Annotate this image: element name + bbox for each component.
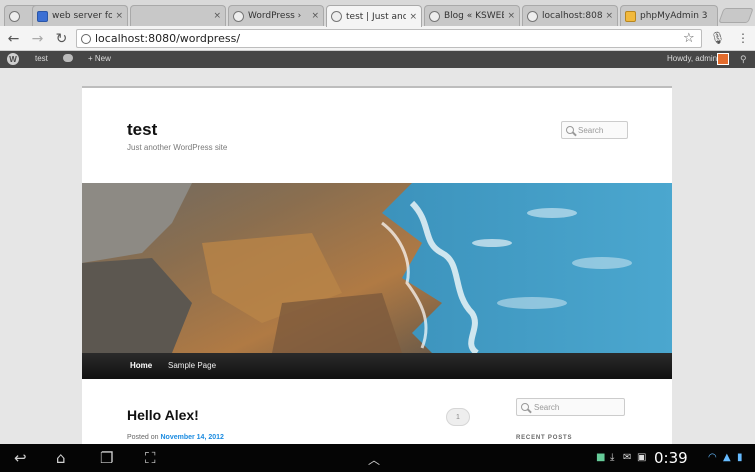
main-navigation: Home Sample Page bbox=[82, 353, 672, 379]
microphone-icon[interactable]: 🎙 bbox=[710, 31, 725, 45]
signal-icon: ▲ bbox=[723, 452, 731, 463]
url-text: localhost:8080/wordpress/ bbox=[95, 32, 241, 45]
wp-admin-bar: W test + New Howdy, admin ⚲ bbox=[0, 51, 755, 68]
globe-icon bbox=[9, 10, 20, 22]
search-placeholder: Search bbox=[578, 125, 604, 135]
post-title[interactable]: Hello Alex! bbox=[127, 407, 199, 423]
tab-strip: × web server for × × WordPress › × test … bbox=[0, 0, 755, 27]
close-icon[interactable]: × bbox=[605, 11, 613, 21]
tab-title: phpMyAdmin 3 bbox=[640, 11, 708, 21]
reload-icon[interactable]: ↻ bbox=[53, 30, 70, 47]
search-icon bbox=[566, 126, 574, 134]
gmail-icon[interactable]: ✉ bbox=[623, 452, 631, 463]
close-icon[interactable]: × bbox=[409, 12, 417, 22]
globe-icon bbox=[81, 34, 91, 44]
tab-title: Blog « KSWEB bbox=[444, 11, 505, 21]
screenshot-icon[interactable]: ⛶ bbox=[145, 449, 156, 467]
coastline-image bbox=[82, 183, 672, 353]
avatar[interactable] bbox=[717, 53, 729, 65]
header-image bbox=[82, 183, 672, 353]
google-icon bbox=[37, 10, 48, 22]
search-icon[interactable]: ⚲ bbox=[740, 54, 747, 65]
admin-new-link[interactable]: + New bbox=[88, 54, 111, 63]
comment-count-bubble[interactable]: 1 bbox=[446, 408, 470, 426]
close-icon[interactable]: × bbox=[213, 11, 221, 21]
post-meta: Posted on November 14, 2012 bbox=[127, 434, 224, 441]
android-system-bar: ↩ ⌂ ❐ ⛶ ︿ ■ ⤓ ✉ ▣ 0:39 ◠ ▲ ▮ bbox=[0, 444, 755, 472]
back-icon[interactable]: ← bbox=[5, 30, 22, 47]
browser-toolbar: ← → ↻ localhost:8080/wordpress/ ☆ 🎙 ⋮ bbox=[0, 26, 755, 51]
download-icon[interactable]: ⤓ bbox=[610, 452, 614, 463]
tab-1[interactable]: web server for × bbox=[32, 5, 128, 26]
search-icon bbox=[521, 403, 529, 411]
menu-icon[interactable]: ⋮ bbox=[737, 31, 749, 45]
address-bar[interactable]: localhost:8080/wordpress/ bbox=[76, 29, 702, 48]
tab-title: web server for bbox=[52, 11, 113, 21]
close-icon[interactable]: × bbox=[115, 11, 123, 21]
tab-6[interactable]: localhost:8080 × bbox=[522, 5, 618, 26]
star-icon[interactable]: ☆ bbox=[683, 31, 695, 46]
back-nav-icon[interactable]: ↩ bbox=[14, 449, 27, 467]
howdy-admin-link[interactable]: Howdy, admin bbox=[667, 54, 717, 63]
tab-title: test | Just anoth bbox=[346, 11, 406, 22]
system-clock: 0:39 bbox=[654, 449, 688, 467]
wordpress-logo-icon[interactable]: W bbox=[7, 53, 19, 65]
tab-3[interactable]: WordPress › × bbox=[228, 5, 324, 26]
image-icon[interactable]: ▣ bbox=[637, 452, 646, 463]
site-description: Just another WordPress site bbox=[127, 143, 228, 152]
globe-icon bbox=[429, 10, 440, 22]
tab-2[interactable]: × bbox=[130, 5, 226, 26]
phpmyadmin-icon bbox=[625, 10, 636, 22]
post-date-link[interactable]: November 14, 2012 bbox=[160, 434, 223, 441]
nav-home[interactable]: Home bbox=[130, 361, 152, 370]
sidebar-search-input[interactable]: Search bbox=[516, 398, 625, 416]
site-title[interactable]: test bbox=[127, 120, 157, 140]
tab-7[interactable]: phpMyAdmin 3 bbox=[620, 5, 718, 26]
recent-posts-heading: RECENT POSTS bbox=[516, 435, 573, 441]
comment-icon[interactable] bbox=[63, 54, 73, 62]
wordpress-page: test Just another WordPress site Search bbox=[82, 86, 672, 444]
nav-sample-page[interactable]: Sample Page bbox=[168, 361, 216, 370]
globe-icon bbox=[527, 10, 538, 22]
globe-icon bbox=[331, 11, 342, 22]
close-icon[interactable]: × bbox=[507, 11, 515, 21]
chevron-up-icon[interactable]: ︿ bbox=[368, 451, 380, 468]
recent-apps-icon[interactable]: ❐ bbox=[100, 449, 113, 467]
home-nav-icon[interactable]: ⌂ bbox=[56, 449, 66, 467]
tab-title: localhost:8080 bbox=[542, 11, 603, 21]
admin-site-link[interactable]: test bbox=[35, 54, 48, 63]
tab-4[interactable]: test | Just anoth × bbox=[326, 5, 422, 27]
globe-icon bbox=[233, 10, 244, 22]
forward-icon[interactable]: → bbox=[29, 30, 46, 47]
search-placeholder: Search bbox=[534, 402, 560, 412]
wifi-icon: ◠ bbox=[708, 452, 717, 463]
app-notification-icon[interactable]: ■ bbox=[596, 452, 605, 463]
battery-icon: ▮ bbox=[737, 452, 743, 463]
tab-5[interactable]: Blog « KSWEB × bbox=[424, 5, 520, 26]
header-search-input[interactable]: Search bbox=[561, 121, 628, 139]
close-icon[interactable]: × bbox=[311, 11, 319, 21]
new-tab-button[interactable] bbox=[718, 8, 754, 23]
posted-on-label: Posted on bbox=[127, 434, 159, 441]
tab-title: WordPress › bbox=[248, 11, 302, 21]
